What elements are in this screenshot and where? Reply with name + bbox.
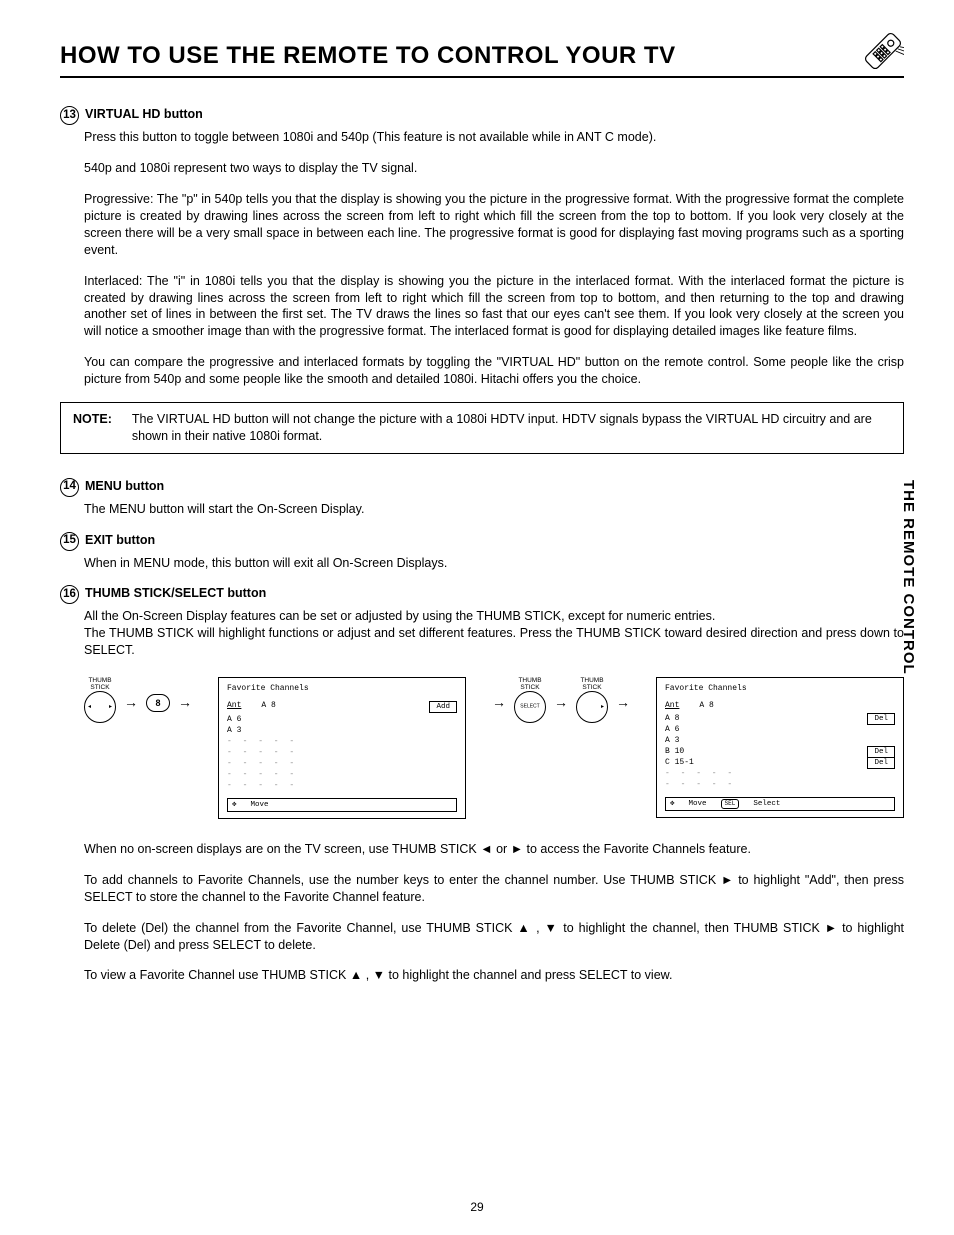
item-number-16: 16: [60, 585, 79, 604]
note-text: The VIRTUAL HD button will not change th…: [132, 411, 891, 445]
thumbstick-instructions: When no on-screen displays are on the TV…: [84, 841, 904, 984]
thumbstick-select-icon: SELECT: [514, 691, 546, 723]
page-title: HOW TO USE THE REMOTE TO CONTROL YOUR TV: [60, 40, 904, 78]
arrow-right-icon: →: [178, 693, 192, 712]
osd-panel-del: Favorite Channels Ant A 8 A 8Del A 6 A 3…: [656, 677, 904, 818]
key-8-button: 8: [146, 694, 170, 712]
item-title-virtual-hd: VIRTUAL HD button: [85, 106, 203, 123]
osd-panel-add: Favorite Channels Ant A 8 Add A 6 A 3 - …: [218, 677, 466, 819]
item-number-14: 14: [60, 478, 79, 497]
thumbstick-lr-icon: ◂▸: [84, 691, 116, 723]
note-label: NOTE:: [73, 411, 112, 445]
remote-icon: [862, 30, 904, 72]
section-tab: THE REMOTE CONTROL: [898, 480, 918, 675]
note-box: NOTE: The VIRTUAL HD button will not cha…: [60, 402, 904, 454]
item-title-exit: EXIT button: [85, 532, 155, 549]
thumbstick-diagram: THUMB STICK ◂▸ → 8 → Favorite Channels A…: [84, 677, 904, 819]
item-title-menu: MENU button: [85, 478, 164, 495]
item-body-thumbstick: All the On-Screen Display features can b…: [84, 608, 904, 659]
item-title-thumbstick: THUMB STICK/SELECT button: [85, 585, 266, 602]
thumbstick-right-icon: ▸: [576, 691, 608, 723]
arrow-right-icon: →: [616, 693, 630, 712]
arrow-right-icon: →: [124, 693, 138, 712]
item-number-15: 15: [60, 532, 79, 551]
page-number: 29: [470, 1199, 483, 1215]
arrow-right-icon: →: [492, 693, 506, 712]
arrow-right-icon: →: [554, 693, 568, 712]
item-number-13: 13: [60, 106, 79, 125]
item-body-virtual-hd: Press this button to toggle between 1080…: [84, 129, 904, 388]
item-body-exit: When in MENU mode, this button will exit…: [84, 555, 904, 572]
item-body-menu: The MENU button will start the On-Screen…: [84, 501, 904, 518]
